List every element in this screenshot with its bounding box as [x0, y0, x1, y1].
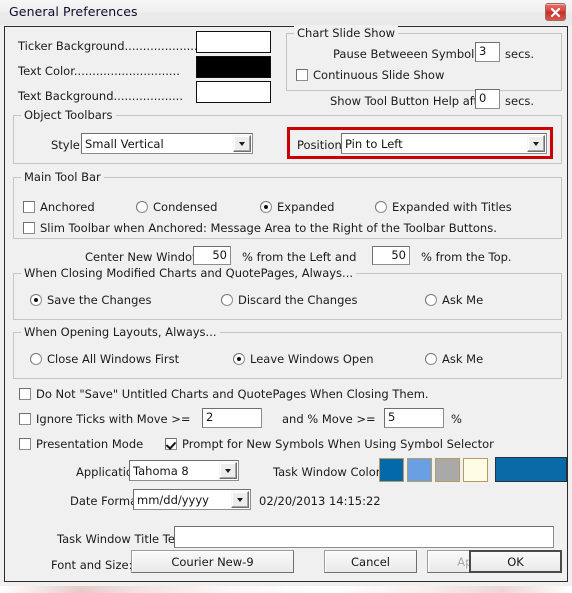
ticker-background-label: Ticker Background....................	[18, 39, 198, 53]
task-window-color-swatch-1[interactable]	[379, 458, 404, 482]
center-left-units-label: % from the Left and	[242, 250, 357, 264]
save-the-changes-radio[interactable]	[30, 294, 42, 306]
style-label: Style:	[51, 138, 84, 152]
tool-button-help-label: Show Tool Button Help after:	[330, 94, 494, 108]
date-format-value: mm/dd/yyyy	[137, 492, 209, 507]
pause-between-symbols-label: Pause Betweeen Symbols:	[333, 47, 485, 61]
ignore-ticks-checkbox[interactable]	[19, 413, 31, 425]
close-all-windows-radio[interactable]	[30, 353, 42, 365]
font-and-size-button[interactable]: Courier New-9	[131, 550, 294, 573]
leave-windows-open-radio[interactable]	[233, 353, 245, 365]
percent-symbol-label: %	[451, 412, 462, 426]
style-combobox-value: Small Vertical	[85, 136, 164, 151]
ticker-background-swatch[interactable]	[196, 31, 271, 53]
expanded-with-titles-radio[interactable]	[375, 201, 387, 213]
presentation-mode-label: Presentation Mode	[36, 437, 144, 451]
task-window-title-input[interactable]	[174, 526, 554, 548]
discard-the-changes-label: Discard the Changes	[238, 293, 358, 307]
task-window-color-preview[interactable]	[495, 457, 567, 482]
center-left-percent-input[interactable]: 50	[193, 246, 231, 265]
text-color-swatch[interactable]	[196, 56, 271, 78]
center-new-windows-label: Center New Windows	[85, 250, 208, 264]
task-window-color-swatch-2[interactable]	[407, 458, 432, 482]
center-top-units-label: % from the Top.	[421, 250, 512, 264]
percent-move-value-input[interactable]: 5	[384, 408, 444, 428]
anchored-label: Anchored	[40, 200, 95, 214]
ignore-ticks-label: Ignore Ticks with Move >=	[36, 412, 191, 426]
capture-edge-artifact	[0, 586, 572, 593]
window-title: General Preferences	[9, 4, 138, 19]
position-combobox-value: Pin to Left	[345, 136, 403, 151]
style-combobox[interactable]: Small Vertical	[81, 133, 253, 154]
opening-layouts-title: When Opening Layouts, Always...	[21, 325, 220, 339]
preferences-dialog: General Preferences Ticker Background...…	[0, 0, 572, 586]
and-percent-move-label: and % Move >=	[282, 412, 376, 426]
chevron-down-icon[interactable]	[231, 491, 249, 508]
opening-ask-me-label: Ask Me	[442, 352, 484, 366]
text-background-swatch[interactable]	[196, 81, 271, 103]
leave-windows-open-label: Leave Windows Open	[250, 352, 374, 366]
main-tool-bar-title: Main Tool Bar	[21, 170, 104, 184]
expanded-with-titles-label: Expanded with Titles	[392, 200, 512, 214]
save-the-changes-label: Save the Changes	[47, 293, 152, 307]
slim-toolbar-checkbox[interactable]	[23, 222, 35, 234]
chevron-down-icon[interactable]	[219, 462, 237, 479]
pause-between-symbols-input[interactable]: 3	[475, 42, 500, 62]
close-button[interactable]	[545, 3, 566, 21]
closing-ask-me-radio[interactable]	[425, 294, 437, 306]
presentation-mode-checkbox[interactable]	[19, 438, 31, 450]
tool-button-help-input[interactable]: 0	[475, 89, 500, 109]
text-background-label: Text Background...................	[18, 89, 183, 103]
center-top-percent-input[interactable]: 50	[372, 246, 410, 265]
cancel-button[interactable]: Cancel	[324, 550, 417, 573]
opening-ask-me-radio[interactable]	[425, 353, 437, 365]
application-font-combobox[interactable]: Tahoma 8	[129, 460, 239, 481]
chart-slide-show-group: Chart Slide Show	[286, 26, 562, 91]
expanded-label: Expanded	[277, 200, 335, 214]
ok-button[interactable]: OK	[469, 550, 562, 573]
task-window-title-label: Task Window Title Text:	[57, 532, 190, 546]
anchored-checkbox[interactable]	[23, 201, 35, 213]
chart-slide-show-title: Chart Slide Show	[294, 26, 399, 40]
position-combobox[interactable]: Pin to Left	[341, 133, 547, 154]
expanded-radio[interactable]	[260, 201, 272, 213]
close-x-icon	[550, 7, 561, 18]
object-toolbars-title: Object Toolbars	[21, 108, 116, 122]
continuous-slide-show-checkbox[interactable]	[296, 69, 308, 81]
slim-toolbar-label: Slim Toolbar when Anchored: Message Area…	[40, 221, 497, 235]
closing-ask-me-label: Ask Me	[442, 293, 484, 307]
title-bar: General Preferences	[0, 0, 572, 25]
prompt-new-symbols-label: Prompt for New Symbols When Using Symbol…	[182, 437, 494, 451]
closing-modified-title: When Closing Modified Charts and QuotePa…	[21, 266, 357, 280]
chevron-down-icon[interactable]	[233, 135, 251, 152]
continuous-slide-show-label: Continuous Slide Show	[313, 68, 445, 82]
position-label: Position:	[297, 138, 346, 152]
date-format-combobox[interactable]: mm/dd/yyyy	[133, 489, 251, 510]
task-window-color-swatch-4[interactable]	[463, 458, 488, 482]
task-window-color-swatch-3[interactable]	[435, 458, 460, 482]
close-all-windows-label: Close All Windows First	[47, 352, 180, 366]
ignore-ticks-value-input[interactable]: 2	[202, 408, 262, 428]
condensed-label: Condensed	[153, 200, 218, 214]
do-not-save-untitled-checkbox[interactable]	[19, 388, 31, 400]
date-format-sample: 02/20/2013 14:15:22	[259, 494, 381, 508]
dialog-client-area: Ticker Background.................... Te…	[4, 26, 568, 582]
condensed-radio[interactable]	[136, 201, 148, 213]
chevron-down-icon[interactable]	[527, 135, 545, 152]
pause-units-label: secs.	[505, 47, 535, 61]
prompt-new-symbols-checkbox[interactable]	[165, 438, 177, 450]
task-window-color-label: Task Window Color:	[273, 465, 385, 479]
application-font-value: Tahoma 8	[133, 463, 189, 478]
do-not-save-untitled-label: Do Not "Save" Untitled Charts and QuoteP…	[36, 387, 429, 401]
text-color-label: Text Color.............................	[18, 64, 180, 78]
discard-the-changes-radio[interactable]	[221, 294, 233, 306]
tool-help-units-label: secs.	[505, 94, 535, 108]
font-and-size-label: Font and Size:	[51, 558, 133, 572]
